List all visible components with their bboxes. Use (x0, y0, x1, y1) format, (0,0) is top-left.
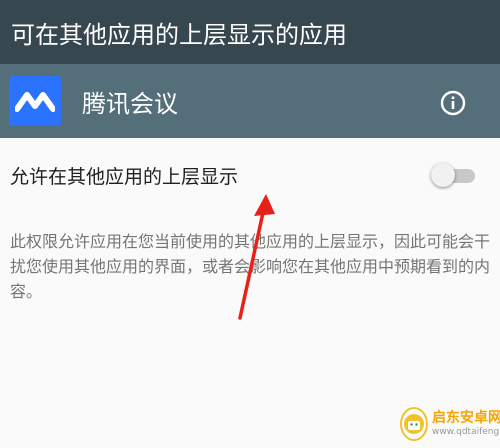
android-robot-icon (404, 414, 424, 434)
app-name: 腾讯会议 (82, 89, 178, 118)
info-icon (440, 90, 466, 116)
watermark: 启东安卓网 www.qdtaifeng.com (400, 402, 500, 446)
permission-row[interactable]: 允许在其他应用的上层显示 (0, 138, 500, 212)
watermark-logo-icon (400, 407, 428, 441)
permission-description: 此权限允许应用在您当前使用的其他应用的上层显示，因此可能会干扰您使用其他应用的界… (10, 232, 491, 301)
page-title: 可在其他应用的上层显示的应用 (11, 20, 347, 49)
title-bar: 可在其他应用的上层显示的应用 (0, 0, 500, 64)
app-info-button[interactable] (440, 90, 466, 116)
toggle-thumb (431, 163, 455, 187)
watermark-name: 启东安卓网 (432, 410, 500, 426)
app-header: 腾讯会议 (0, 64, 500, 138)
watermark-url: www.qdtaifeng.com (432, 427, 500, 437)
watermark-text: 启东安卓网 www.qdtaifeng.com (432, 410, 500, 438)
permission-label: 允许在其他应用的上层显示 (10, 165, 239, 188)
screen: 可在其他应用的上层显示的应用 腾讯会议 允许在其他应用的上层显示 此权限允许应用… (0, 0, 500, 448)
app-icon (9, 76, 61, 126)
overlay-permission-toggle[interactable] (431, 162, 477, 188)
tencent-meeting-logo-icon (15, 92, 55, 112)
